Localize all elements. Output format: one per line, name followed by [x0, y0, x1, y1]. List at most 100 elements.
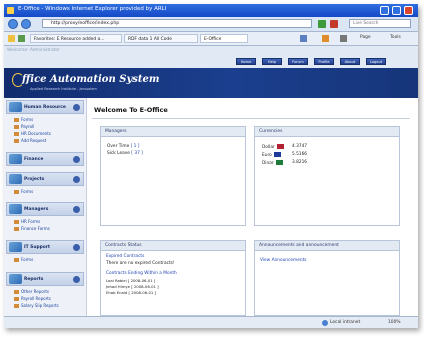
page-menu[interactable]: Page: [360, 35, 371, 40]
sidebar-section-finance[interactable]: Finance: [6, 152, 84, 166]
tab-1[interactable]: Favorites: E Resource added a...: [30, 34, 122, 43]
close-button[interactable]: [404, 6, 413, 15]
tab-eoffice[interactable]: E-Office: [200, 34, 248, 43]
favorites-star-icon[interactable]: [8, 35, 15, 42]
banner-subtitle: Applied Research Institute - Jerusalem: [30, 87, 97, 91]
sidebar-section-it-support[interactable]: IT Support: [6, 240, 84, 254]
intranet-icon: [322, 320, 328, 326]
sidebar-item-payroll[interactable]: Payroll: [14, 124, 34, 129]
address-toolbar: http://proxy/eoffice/index.php Live Sear…: [4, 17, 418, 32]
section-title: Finance: [24, 157, 44, 162]
zoom-level[interactable]: 100%: [388, 320, 401, 325]
announcements-panel: Announcements and announcement: [254, 240, 400, 316]
forward-button[interactable]: [21, 19, 31, 29]
view-announcements-link[interactable]: View Announcements: [260, 258, 307, 263]
managers-row-overtime[interactable]: Over Time [ 1 ]: [107, 144, 139, 149]
sidebar-item-it-forms[interactable]: Forms: [14, 257, 33, 262]
section-title: Managers: [24, 207, 49, 212]
welcome-user-text: Welcome: Administrator: [4, 46, 418, 55]
section-title: Projects: [24, 177, 45, 182]
section-title: Reports: [24, 277, 44, 282]
feeds-icon[interactable]: [322, 35, 329, 42]
tab-2[interactable]: RDF data 1 All Code: [124, 34, 198, 43]
currency-row-dollar: Dollar 4.3747: [262, 144, 308, 150]
divider: [92, 118, 410, 119]
sidebar-section-reports[interactable]: Reports: [6, 272, 84, 286]
human-resource-icon: [9, 102, 22, 112]
window-title-bar: E-Office - Windows Internet Explorer pro…: [4, 4, 418, 17]
nav-forum-button[interactable]: Forum: [288, 58, 308, 65]
banner-title: ffice Automation System: [22, 74, 160, 85]
currency-row-euro: Euro 5.5166: [262, 152, 308, 158]
currency-row-dinar: Dinar 3.8216: [262, 160, 308, 166]
managers-panel-title: Managers: [101, 127, 245, 137]
ending-contract-row[interactable]: Jehad Himye [ 2008-06-01 ]: [106, 284, 159, 289]
managers-icon: [9, 204, 22, 214]
ending-contracts-label: Contracts Ending Within a Month: [106, 271, 177, 276]
sidebar-item-other-reports[interactable]: Other Reports: [14, 289, 49, 294]
print-icon[interactable]: [340, 35, 347, 42]
sidebar-item-add-request[interactable]: Add Request: [14, 138, 46, 143]
projects-icon: [9, 174, 22, 184]
sidebar-section-projects[interactable]: Projects: [6, 172, 84, 186]
maximize-button[interactable]: [392, 6, 401, 15]
currencies-panel-title: Currencies: [255, 127, 399, 137]
managers-panel: Managers: [100, 126, 246, 226]
status-bar: Local intranet 100%: [4, 316, 418, 328]
collapse-icon[interactable]: [73, 206, 80, 213]
refresh-icon[interactable]: [318, 20, 326, 28]
nav-about-button[interactable]: About: [340, 58, 360, 65]
section-title: IT Support: [24, 245, 51, 250]
nav-help-button[interactable]: Help: [262, 58, 282, 65]
banner: ffice Automation System Applied Research…: [4, 68, 418, 98]
page-title: Welcome To E-Office: [94, 106, 168, 114]
tools-menu[interactable]: Tools: [390, 35, 401, 40]
eu-flag-icon: [273, 152, 281, 157]
collapse-icon[interactable]: [73, 276, 80, 283]
sidebar-section-human-resource[interactable]: Human Resource: [6, 100, 84, 114]
finance-icon: [9, 154, 22, 164]
stop-icon[interactable]: [330, 20, 338, 28]
address-input[interactable]: http://proxy/eoffice/index.php: [42, 19, 312, 28]
minimize-button[interactable]: [380, 6, 389, 15]
search-input[interactable]: Live Search: [349, 19, 411, 28]
sidebar-item-payroll-reports[interactable]: Payroll Reports: [14, 296, 51, 301]
sidebar-item-hr-forms-managers[interactable]: HR Forms: [14, 219, 40, 224]
sidebar-item-hr-documents[interactable]: HR Documents: [14, 131, 51, 136]
contracts-panel-title: Contracts Status: [101, 241, 245, 251]
ending-contract-row[interactable]: Ehab Enaid [ 2008-06-01 ]: [106, 290, 156, 295]
nav-home-button[interactable]: Home: [236, 58, 256, 65]
jordan-flag-icon: [275, 160, 283, 165]
it-support-icon: [9, 242, 22, 252]
announcements-panel-title: Announcements and announcement: [255, 241, 399, 251]
sidebar-item-salary-slip-reports[interactable]: Salary Slip Reports: [14, 303, 59, 308]
sidebar-item-finance-forms[interactable]: Finance Forms: [14, 226, 50, 231]
top-nav: Home Help Forum Profile About Logout: [4, 55, 418, 68]
sidebar: Human Resource Forms Payroll HR Document…: [4, 98, 87, 316]
security-zone: Local intranet: [330, 320, 361, 325]
back-button[interactable]: [8, 19, 18, 29]
managers-row-sick-leave[interactable]: Sick Leave [ 37 ]: [107, 151, 143, 156]
home-icon[interactable]: [300, 35, 307, 42]
collapse-icon[interactable]: [73, 156, 80, 163]
nav-profile-button[interactable]: Profile: [314, 58, 334, 65]
collapse-icon[interactable]: [73, 104, 80, 111]
page-content: Welcome: Administrator Home Help Forum P…: [4, 46, 418, 316]
tab-bar: Favorites: E Resource added a... RDF dat…: [4, 32, 418, 46]
browser-window: E-Office - Windows Internet Explorer pro…: [4, 4, 418, 328]
sidebar-item-hr-forms[interactable]: Forms: [14, 117, 33, 122]
add-favorites-icon[interactable]: [18, 35, 25, 42]
expired-contracts-label: Expired Contracts: [106, 254, 145, 259]
ending-contract-row[interactable]: Loai Rabiei [ 2008-06-01 ]: [106, 278, 155, 283]
expired-contracts-message: There are no expired Contracts!: [106, 261, 175, 266]
ie-icon: [7, 7, 14, 14]
sidebar-item-projects-forms[interactable]: Forms: [14, 189, 33, 194]
sidebar-section-managers[interactable]: Managers: [6, 202, 84, 216]
window-title: E-Office - Windows Internet Explorer pro…: [18, 6, 167, 12]
reports-icon: [9, 274, 22, 284]
currencies-panel: Currencies: [254, 126, 400, 226]
us-flag-icon: [276, 144, 284, 149]
collapse-icon[interactable]: [73, 244, 80, 251]
nav-logout-button[interactable]: Logout: [366, 58, 386, 65]
collapse-icon[interactable]: [73, 176, 80, 183]
